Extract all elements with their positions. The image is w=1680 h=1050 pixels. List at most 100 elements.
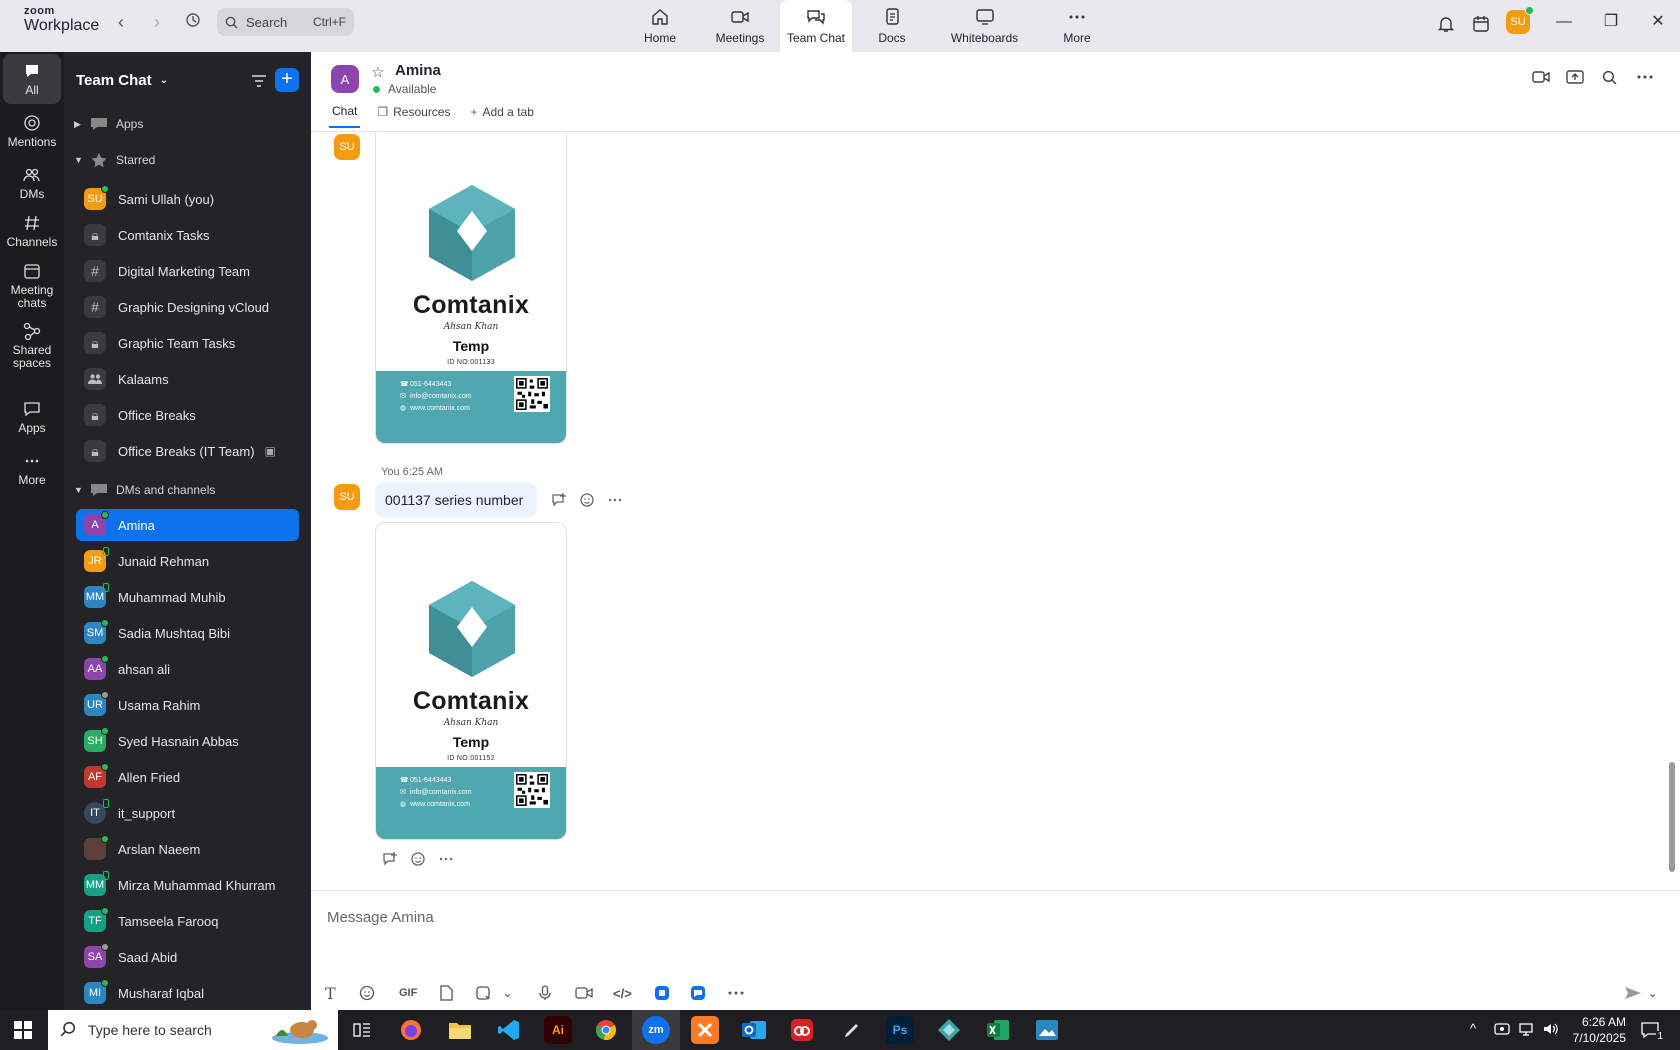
- tab-docs[interactable]: Docs: [852, 0, 932, 52]
- video-message-icon[interactable]: [575, 983, 593, 1003]
- more-dots-icon[interactable]: [728, 983, 744, 1003]
- notification-bell-icon[interactable]: [1434, 12, 1458, 36]
- rail-item-all[interactable]: All: [3, 54, 61, 104]
- sidebar-item-sadia-mushtaq-bibi[interactable]: SM Sadia Mushtaq Bibi: [76, 617, 299, 649]
- text-format-icon[interactable]: T: [325, 983, 336, 1003]
- more-options-icon[interactable]: [1634, 66, 1656, 88]
- sidebar-item-usama-rahim[interactable]: UR Usama Rahim: [76, 689, 299, 721]
- rail-item-mentions[interactable]: Mentions: [3, 114, 61, 149]
- history-icon[interactable]: [183, 12, 203, 32]
- sidebar-title[interactable]: Team Chat ⌄: [76, 72, 168, 89]
- vscode-icon[interactable]: [495, 1016, 523, 1044]
- zoom-taskbar-icon[interactable]: zm: [632, 1010, 680, 1050]
- share-screen-icon[interactable]: [1564, 66, 1586, 88]
- sidebar-item-junaid-rehman[interactable]: JR Junaid Rehman: [76, 545, 299, 577]
- sidebar-item-musharaf-iqbal[interactable]: MI Musharaf Iqbal: [76, 977, 299, 1009]
- pen-tool-icon[interactable]: [838, 1016, 866, 1044]
- tab-add[interactable]: + Add a tab: [467, 104, 536, 128]
- notification-center-icon[interactable]: 1: [1640, 1020, 1664, 1042]
- contact-avatar[interactable]: A: [331, 65, 359, 93]
- restore-icon[interactable]: ❐: [1596, 10, 1626, 34]
- sidebar-item-comtanix-tasks[interactable]: 🔒︎ Comtanix Tasks: [76, 219, 299, 251]
- tab-meetings[interactable]: Meetings: [700, 0, 780, 52]
- sender-avatar[interactable]: SU: [334, 134, 360, 160]
- network-icon[interactable]: [1518, 1021, 1534, 1040]
- firefox-icon[interactable]: [397, 1016, 425, 1044]
- taskbar-search[interactable]: Type here to search: [48, 1010, 338, 1050]
- tab-team-chat[interactable]: Team Chat: [780, 0, 852, 52]
- rail-item-dms[interactable]: DMs: [3, 166, 61, 201]
- sidebar-item-graphic-team-tasks[interactable]: 🔒︎ Graphic Team Tasks: [76, 327, 299, 359]
- sidebar-item-tamseela-farooq[interactable]: TF Tamseela Farooq: [76, 905, 299, 937]
- sidebar-item-ahsan-ali[interactable]: AA ahsan ali: [76, 653, 299, 685]
- photoshop-icon[interactable]: Ps: [886, 1016, 914, 1044]
- sidebar-item-saad-abid[interactable]: SA Saad Abid: [76, 941, 299, 973]
- sidebar-item-digital-marketing-team[interactable]: # Digital Marketing Team: [76, 255, 299, 287]
- tab-whiteboards[interactable]: Whiteboards: [932, 0, 1037, 52]
- star-icon[interactable]: ☆: [371, 63, 384, 81]
- sidebar-item-sami-ullah[interactable]: SU Sami Ullah (you): [76, 183, 299, 215]
- emoji-reaction-icon[interactable]: [579, 492, 595, 508]
- sidebar-item-mirza-muhammad-khurram[interactable]: MM Mirza Muhammad Khurram: [76, 869, 299, 901]
- app-shortcut-icon[interactable]: [654, 983, 670, 1003]
- message-input[interactable]: Message Amina: [327, 909, 434, 926]
- reply-thread-icon[interactable]: [551, 492, 567, 508]
- excel-icon[interactable]: [984, 1016, 1012, 1044]
- message-list[interactable]: SU Comtanix Ahsan Khan Temp ID NO:001133…: [311, 132, 1680, 890]
- filter-icon[interactable]: [248, 70, 270, 92]
- sidebar-item-office-breaks[interactable]: 🔒︎ Office Breaks: [76, 399, 299, 431]
- contact-name[interactable]: Amina: [395, 62, 441, 79]
- zoom-app-icon[interactable]: [690, 983, 706, 1003]
- more-options-icon[interactable]: [607, 492, 623, 508]
- section-starred[interactable]: ▼ Starred: [74, 152, 155, 168]
- rail-item-shared-spaces[interactable]: Shared spaces: [3, 322, 61, 370]
- image-attachment[interactable]: Comtanix Ahsan Khan Temp ID NO:001152 ☎0…: [375, 522, 567, 840]
- search-input[interactable]: Search Ctrl+F: [217, 8, 354, 36]
- minimize-icon[interactable]: —: [1549, 10, 1579, 34]
- app-diamond-icon[interactable]: [935, 1016, 963, 1044]
- sidebar-item-it-support[interactable]: IT it_support: [76, 797, 299, 829]
- sidebar-item-amina[interactable]: A Amina: [76, 509, 299, 541]
- volume-icon[interactable]: [1542, 1021, 1558, 1040]
- tray-device-icon[interactable]: [1494, 1021, 1510, 1040]
- search-icon[interactable]: [1598, 66, 1620, 88]
- tab-resources[interactable]: ❐ Resources: [374, 104, 453, 128]
- chrome-icon[interactable]: [592, 1016, 620, 1044]
- close-icon[interactable]: ✕: [1643, 10, 1673, 34]
- scrollbar[interactable]: [1669, 762, 1675, 872]
- user-avatar[interactable]: SU: [1506, 6, 1534, 34]
- sender-avatar[interactable]: SU: [334, 484, 360, 510]
- file-explorer-icon[interactable]: [446, 1016, 474, 1044]
- paint-icon[interactable]: [1033, 1016, 1061, 1044]
- rail-item-more[interactable]: More: [3, 452, 61, 487]
- more-options-icon[interactable]: [438, 851, 454, 867]
- sidebar-item-kalaams[interactable]: Kalaams: [76, 363, 299, 395]
- chevron-down-icon[interactable]: ⌄: [1648, 983, 1657, 1003]
- video-call-icon[interactable]: [1530, 66, 1552, 88]
- task-view-icon[interactable]: [348, 1016, 376, 1044]
- tab-more[interactable]: More: [1037, 0, 1117, 52]
- tray-chevron-up-icon[interactable]: ^: [1470, 1021, 1476, 1036]
- attach-file-icon[interactable]: [439, 983, 453, 1003]
- send-icon[interactable]: [1624, 983, 1642, 1003]
- sidebar-item-arslan-naeem[interactable]: Arslan Naeem: [76, 833, 299, 865]
- windows-start-icon[interactable]: [14, 1021, 32, 1039]
- gif-button[interactable]: GIF: [399, 983, 417, 1003]
- section-dms-and-channels[interactable]: ▼ DMs and channels: [74, 482, 215, 498]
- rail-item-apps[interactable]: Apps: [3, 400, 61, 435]
- emoji-icon[interactable]: [359, 983, 375, 1003]
- sidebar-item-office-breaks-it[interactable]: 🔒︎ Office Breaks (IT Team) ▣: [76, 435, 299, 467]
- calendar-icon[interactable]: [1469, 12, 1493, 36]
- tab-home[interactable]: Home: [620, 0, 700, 52]
- outlook-icon[interactable]: [740, 1016, 768, 1044]
- code-snippet-icon[interactable]: </>: [613, 983, 632, 1003]
- sidebar-item-syed-hasnain-abbas[interactable]: SH Syed Hasnain Abbas: [76, 725, 299, 757]
- emoji-reaction-icon[interactable]: [410, 851, 426, 867]
- reply-thread-icon[interactable]: [382, 851, 398, 867]
- back-arrow-icon[interactable]: ‹: [111, 12, 131, 32]
- sidebar-item-graphic-designing-vcloud[interactable]: # Graphic Designing vCloud: [76, 291, 299, 323]
- new-chat-button[interactable]: +: [275, 68, 299, 92]
- message-composer[interactable]: Message Amina T GIF ⌄ </> ⌄: [311, 890, 1680, 1010]
- message-bubble[interactable]: 001137 series number: [375, 482, 538, 518]
- rail-item-meeting-chats[interactable]: Meeting chats: [3, 262, 61, 310]
